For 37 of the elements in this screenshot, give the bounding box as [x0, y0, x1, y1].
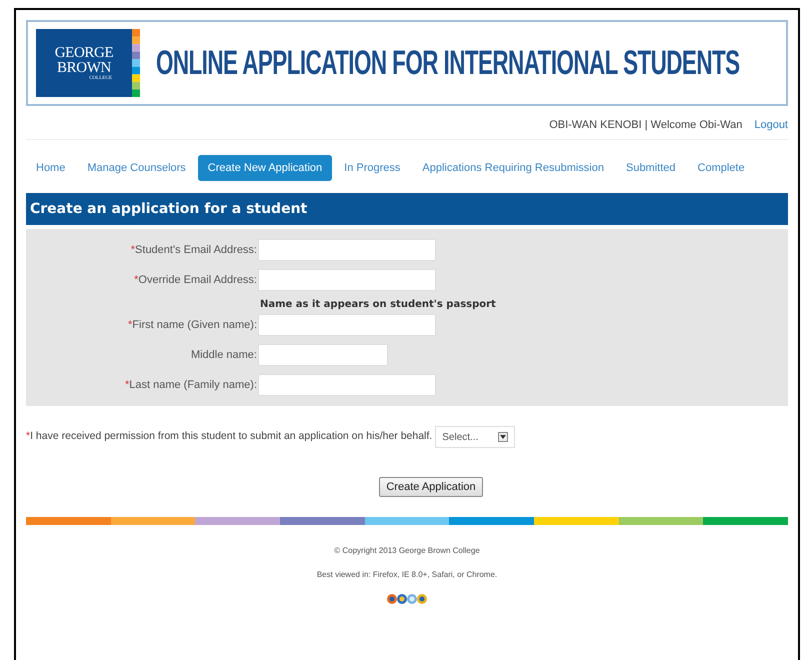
- text-field[interactable]: [258, 314, 436, 336]
- logo-text: GEORGE: [54, 46, 114, 60]
- nav-tab[interactable]: Submitted: [616, 154, 686, 182]
- form-header: Create an application for a student: [26, 193, 788, 225]
- required-asterisk: *: [124, 378, 130, 391]
- text-field[interactable]: [258, 269, 436, 291]
- field-label-text: Last name (Family name):: [129, 378, 257, 391]
- site-title: ONLINE APPLICATION FOR INTERNATIONAL STUDENTS: [156, 42, 740, 84]
- browser-icons-drawing: [387, 593, 427, 605]
- field-label-text: Student's Email Address:: [135, 244, 257, 256]
- dropdown-arrow-icon: [498, 432, 508, 442]
- nav-tab[interactable]: Create New Application: [198, 154, 332, 182]
- create-application-button[interactable]: Create Application: [379, 477, 483, 497]
- nav-tab[interactable]: In Progress: [334, 154, 410, 182]
- browser-note: Best viewed in: Firefox, IE 8.0+, Safari, or Chrome.: [316, 569, 498, 581]
- nav-tab[interactable]: Complete: [688, 154, 755, 182]
- field-label-text: First name (Given name):: [132, 318, 257, 331]
- text-field[interactable]: [258, 374, 436, 396]
- welcome-text: OBI-WAN KENOBI | Welcome Obi-Wan: [549, 118, 742, 134]
- required-asterisk: *: [26, 430, 30, 442]
- select-dropdown[interactable]: Select...: [435, 426, 516, 448]
- required-asterisk: *: [134, 274, 138, 286]
- required-asterisk: *: [128, 318, 132, 331]
- field-label-text: Middle name:: [190, 348, 257, 361]
- logout-link[interactable]: Logout: [754, 117, 788, 134]
- text-field[interactable]: [258, 239, 436, 261]
- text-field[interactable]: [258, 344, 388, 366]
- nav-tab[interactable]: Applications Requiring Resubmission: [412, 154, 614, 182]
- logo-stripe-drawing: [132, 29, 140, 97]
- logo-text: BROWN: [57, 60, 111, 76]
- field-label-text: Override Email Address:: [138, 274, 257, 286]
- form-note: Name as it appears on student's passport: [260, 299, 496, 310]
- copyright-text: © Copyright 2013 George Brown College: [334, 545, 480, 557]
- permission-label: I have received permission from this student to submit an application on his/her behalf.: [30, 430, 432, 442]
- nav-tab[interactable]: Home: [26, 154, 76, 182]
- required-asterisk: *: [130, 244, 136, 256]
- nav-tab[interactable]: Manage Counselors: [77, 154, 196, 182]
